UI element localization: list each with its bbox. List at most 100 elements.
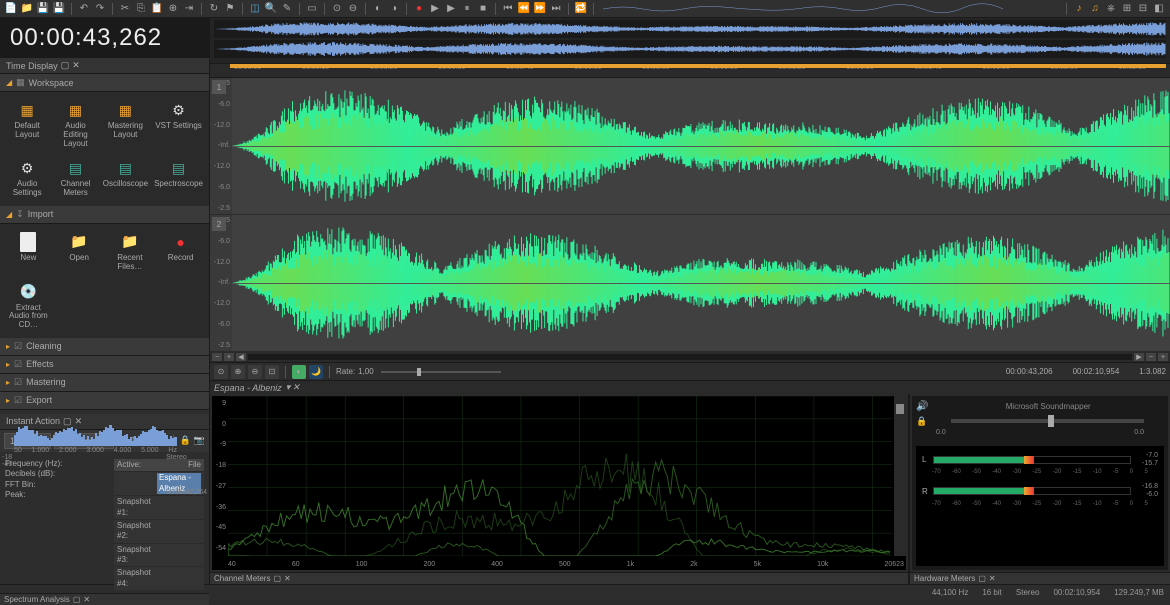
zoom-in-icon[interactable]: + xyxy=(224,353,234,361)
channel-1-label[interactable]: 1 xyxy=(212,80,226,94)
close-icon[interactable]: ✕ xyxy=(83,595,90,604)
snapshot-row[interactable]: Snapshot #3: xyxy=(114,543,204,567)
zoom-out-icon[interactable]: − xyxy=(212,353,222,361)
workspace-item-audio-settings[interactable]: ⚙Audio Settings xyxy=(4,154,50,202)
play-icon[interactable]: ▶ xyxy=(428,2,442,16)
save-all-icon[interactable]: 💾 xyxy=(52,2,66,16)
marker-icon[interactable]: ⚑ xyxy=(223,2,237,16)
repeat-icon[interactable]: ↻ xyxy=(207,2,221,16)
stop-icon[interactable]: ■ xyxy=(476,2,490,16)
horizontal-scrollbar[interactable]: − + ◀ ▶ − + xyxy=(210,352,1170,362)
timeline-ruler[interactable]: 00:00:0000:00:1000:00:2000:00:3000:00:40… xyxy=(210,64,1170,78)
pin-icon[interactable]: ▢ xyxy=(978,574,986,583)
workspace-item-open[interactable]: 📁Open xyxy=(55,228,104,276)
workspace-item-oscilloscope[interactable]: ▤Oscilloscope xyxy=(101,154,150,202)
mix-icon[interactable]: ⊕ xyxy=(166,2,180,16)
fx2-icon[interactable]: ♫ xyxy=(1088,2,1102,16)
workspace-item-new[interactable]: ▦New xyxy=(4,228,53,276)
zoom-in-icon[interactable]: ⊕ xyxy=(231,365,245,379)
time-display-tab[interactable]: Time Display ▢ ✕ xyxy=(0,58,209,74)
zoom-in-v-icon[interactable]: + xyxy=(1158,353,1168,361)
copy-icon[interactable]: ⎘ xyxy=(134,2,148,16)
undo-icon[interactable]: ↶ xyxy=(77,2,91,16)
zoom-out-v-icon[interactable]: − xyxy=(1146,353,1156,361)
zoom-sel-icon[interactable]: ⊙ xyxy=(330,2,344,16)
zoom-sel-icon[interactable]: ⊙ xyxy=(214,365,228,379)
pin-icon[interactable]: ▢ xyxy=(61,60,70,71)
scroll-left-icon[interactable]: ◀ xyxy=(236,353,246,361)
play-all-icon[interactable]: ▶ xyxy=(444,2,458,16)
close-icon[interactable]: ✕ xyxy=(292,382,300,393)
open-icon[interactable]: 📁 xyxy=(20,2,34,16)
close-icon[interactable]: ✕ xyxy=(989,574,996,583)
section-effects[interactable]: ▸☑Effects xyxy=(0,356,209,374)
pause-icon[interactable]: ⏸ xyxy=(460,2,474,16)
meter-slider[interactable] xyxy=(894,396,906,556)
volume-slider[interactable] xyxy=(951,419,1144,423)
overview-wave-right[interactable] xyxy=(214,40,1166,58)
zoom-out-icon[interactable]: ⊖ xyxy=(346,2,360,16)
go-end-icon[interactable]: ⏭ xyxy=(549,2,563,16)
lock-icon[interactable]: 🔒 xyxy=(916,416,927,427)
workspace-item-channel-meters[interactable]: ▤Channel Meters xyxy=(52,154,98,202)
redo-icon[interactable]: ↷ xyxy=(93,2,107,16)
pencil-icon[interactable]: ✎ xyxy=(280,2,294,16)
snapshot-row[interactable]: Snapshot #1: xyxy=(114,495,204,519)
new-icon[interactable]: 📄 xyxy=(4,2,18,16)
tool1-icon[interactable]: ◐ xyxy=(371,2,385,16)
moon-icon[interactable]: 🌙 xyxy=(309,365,323,379)
lock-icon[interactable]: 🔒 xyxy=(180,434,191,448)
tool2-icon[interactable]: ◑ xyxy=(387,2,401,16)
scrub-icon[interactable]: ◐ xyxy=(292,365,306,379)
workspace-item-extract-audio-from-cd-[interactable]: 💿Extract Audio from CD… xyxy=(4,278,53,334)
workspace-header[interactable]: ◢ ▦ Workspace xyxy=(0,74,209,92)
scroll-right-icon[interactable]: ▶ xyxy=(1134,353,1144,361)
section-export[interactable]: ▸☑Export xyxy=(0,392,209,410)
fx4-icon[interactable]: ⊞ xyxy=(1120,2,1134,16)
channel-meters-tab[interactable]: Channel Meters ▢ ✕ xyxy=(210,572,908,584)
spectrum-analysis-tab[interactable]: Spectrum Analysis ▢ ✕ xyxy=(0,593,209,605)
paste-icon[interactable]: 📋 xyxy=(150,2,164,16)
overview-wave-left[interactable] xyxy=(214,20,1166,38)
zoom-fit-icon[interactable]: ⊡ xyxy=(265,365,279,379)
channel-2-label[interactable]: 2 xyxy=(212,217,226,231)
workspace-item-audio-editing-layout[interactable]: ▦Audio Editing Layout xyxy=(52,96,98,152)
event-icon[interactable]: ▭ xyxy=(305,2,319,16)
forward-icon[interactable]: ⏩ xyxy=(533,2,547,16)
speaker-icon[interactable]: 🔊 xyxy=(916,401,928,412)
channel-meters-display[interactable]: 90-9-18-27-36-45-54 40601002004005001k2k… xyxy=(212,396,906,570)
workspace-item-vst-settings[interactable]: ⚙VST Settings xyxy=(152,96,205,152)
go-start-icon[interactable]: ⏮ xyxy=(501,2,515,16)
workspace-item-spectroscope[interactable]: ▤Spectroscope xyxy=(152,154,205,202)
pin-icon[interactable]: ▢ xyxy=(73,595,81,604)
workspace-item-mastering-layout[interactable]: ▦Mastering Layout xyxy=(101,96,150,152)
trim-icon[interactable]: ⇥ xyxy=(182,2,196,16)
rate-slider[interactable] xyxy=(381,371,501,373)
workspace-item-default-layout[interactable]: ▦Default Layout xyxy=(4,96,50,152)
cut-icon[interactable]: ✂ xyxy=(118,2,132,16)
section-mastering[interactable]: ▸☑Mastering xyxy=(0,374,209,392)
loop-icon[interactable]: 🔁 xyxy=(574,2,588,16)
dropdown-icon[interactable]: ▾ xyxy=(286,382,291,393)
section-cleaning[interactable]: ▸☑Cleaning xyxy=(0,338,209,356)
record-icon[interactable]: ● xyxy=(412,2,426,16)
zoom-out-icon[interactable]: ⊖ xyxy=(248,365,262,379)
close-icon[interactable]: ✕ xyxy=(284,574,291,583)
pin-icon[interactable]: ▢ xyxy=(273,574,281,583)
waveform-area[interactable]: 1 -2.5-6.0-12.0-Inf.-12.0-6.0-2.5 2 -2.5… xyxy=(210,78,1170,352)
snapshot-row[interactable]: Snapshot #4: xyxy=(114,566,204,590)
edit-tool-icon[interactable]: ◫ xyxy=(248,2,262,16)
file-tab[interactable]: Espana - Albeniz ▾ ✕ xyxy=(210,380,1170,394)
import-header[interactable]: ◢ ↧ Import xyxy=(0,206,209,224)
magnify-icon[interactable]: 🔍 xyxy=(264,2,278,16)
save-icon[interactable]: 💾 xyxy=(36,2,50,16)
fx1-icon[interactable]: ♪ xyxy=(1072,2,1086,16)
fx6-icon[interactable]: ◧ xyxy=(1152,2,1166,16)
hardware-meters-tab[interactable]: Hardware Meters ▢ ✕ xyxy=(910,572,1170,584)
workspace-item-recent-files-[interactable]: 📁Recent Files… xyxy=(106,228,155,276)
snapshot-icon[interactable]: 📷 xyxy=(194,434,205,448)
fx5-icon[interactable]: ⊟ xyxy=(1136,2,1150,16)
snapshot-row[interactable]: Snapshot #2: xyxy=(114,519,204,543)
rewind-icon[interactable]: ⏪ xyxy=(517,2,531,16)
workspace-item-record[interactable]: ●Record xyxy=(156,228,205,276)
